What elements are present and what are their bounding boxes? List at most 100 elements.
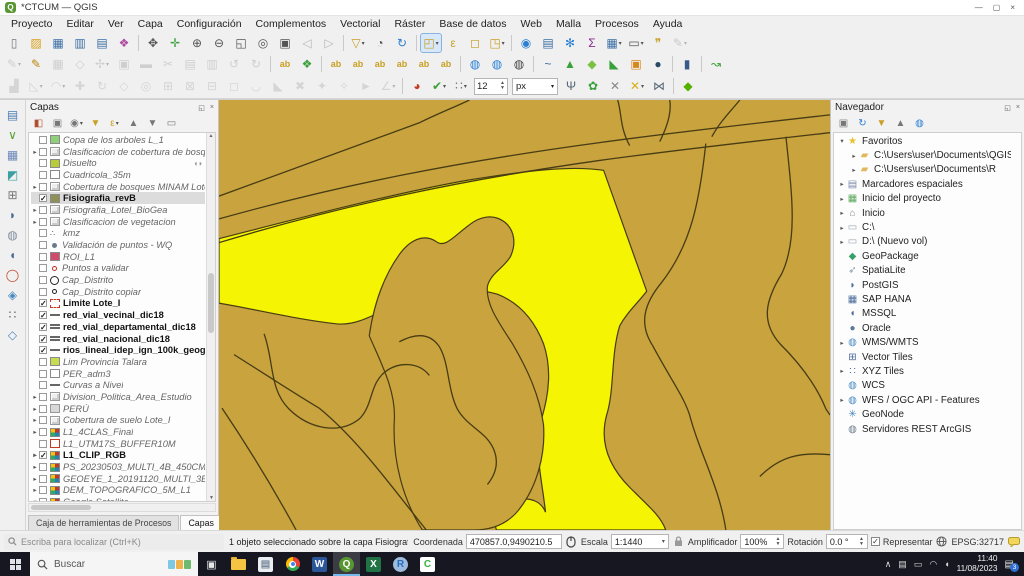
expand-icon[interactable]: ▸ (31, 486, 39, 494)
layer-checkbox[interactable]: ✓ (39, 335, 47, 343)
layer-row[interactable]: Lim Provincia Talara (31, 356, 205, 368)
pan-map-icon[interactable]: ✥ (143, 34, 163, 52)
expand-icon[interactable]: ▸ (31, 463, 39, 471)
layer-labeling-icon[interactable]: ab (275, 55, 295, 73)
layer-row[interactable]: Validación de puntos - WQ (31, 239, 205, 251)
add-group-icon[interactable]: ▣ (49, 116, 66, 131)
app-camtasia[interactable]: C (414, 552, 441, 576)
data-source-manager-icon[interactable]: ▤ (3, 106, 23, 123)
layer-checkbox[interactable] (39, 381, 47, 389)
expand-icon[interactable]: ▸ (838, 180, 846, 188)
collapse-all-icon[interactable]: ▼ (144, 116, 161, 131)
expand-icon[interactable]: ▸ (31, 405, 39, 413)
expand-icon[interactable]: ▸ (850, 152, 858, 160)
render-checkbox[interactable]: ✓ (871, 537, 880, 546)
collapse-all-browser-icon[interactable]: ▲ (892, 116, 909, 131)
circular-string-icon[interactable]: ◠▾ (48, 77, 68, 95)
new-print-layout-icon[interactable]: ▥ (70, 34, 90, 52)
manage-map-themes-icon[interactable]: ◉▾ (68, 116, 85, 131)
zoom-full-extent-icon[interactable]: ◱ (231, 34, 251, 52)
browser-item[interactable]: ✳GeoNode (836, 407, 1011, 421)
layer-row[interactable]: L1_UTM17S_BUFFER10M (31, 438, 205, 450)
help-contents-icon[interactable]: ▮ (677, 55, 697, 73)
undock-icon[interactable]: ◱ (198, 104, 205, 112)
tray-display-icon[interactable]: ▤ (898, 559, 907, 570)
layer-indicator-icon[interactable]: ◖◗ (193, 159, 205, 168)
browser-item[interactable]: ▸▰C:\Users\user\Documents\R (836, 163, 1011, 177)
menu-item-capa[interactable]: Capa (131, 17, 170, 31)
rotate-point-symbols-icon[interactable]: ► (356, 77, 376, 95)
zoom-in-icon[interactable]: ⊕ (187, 34, 207, 52)
zoom-to-layer-icon[interactable]: ▣ (275, 34, 295, 52)
select-features-icon[interactable]: ◰▾ (421, 34, 441, 52)
layer-row[interactable]: PER_adm3 (31, 368, 205, 380)
dock-tab-caja-de-herramientas-de-procesos[interactable]: Caja de herramientas de Procesos (28, 515, 179, 530)
paste-features-icon[interactable]: ▥ (202, 55, 222, 73)
expand-icon[interactable]: ▸ (838, 396, 846, 404)
layer-checkbox[interactable]: ✓ (39, 194, 47, 202)
layer-row[interactable]: ✓red_vial_nacional_dic18 (31, 333, 205, 345)
magnifier-input[interactable]: 100%▲▼ (740, 534, 784, 549)
add-selected-layers-icon[interactable]: ▣ (835, 116, 852, 131)
layer-checkbox[interactable]: ✓ (39, 451, 47, 459)
reshape-features-icon[interactable]: ◣ (268, 77, 288, 95)
expand-icon[interactable]: ▸ (838, 224, 846, 232)
add-vector-layer-icon[interactable]: ∨ (3, 126, 23, 143)
browser-item[interactable]: ▸◍WFS / OGC API - Features (836, 393, 1011, 407)
split-parts-icon[interactable]: ✦ (312, 77, 332, 95)
open-project-icon[interactable]: ▨ (26, 34, 46, 52)
menu-item-web[interactable]: Web (514, 17, 549, 31)
undo-icon[interactable]: ↺ (224, 55, 244, 73)
menu-item-r-ster[interactable]: Ráster (387, 17, 432, 31)
expand-icon[interactable]: ▸ (838, 367, 846, 375)
locator-search[interactable]: Escriba para localizar (Ctrl+K) (4, 534, 224, 550)
menu-item-base-de-datos[interactable]: Base de datos (432, 17, 513, 31)
layer-row[interactable]: Curvas a Nivel (31, 379, 205, 391)
snapping-topology-icon[interactable]: ✿ (583, 77, 603, 95)
labeling-options-icon[interactable]: ab (326, 55, 346, 73)
delete-selected-icon[interactable]: ▬ (136, 55, 156, 73)
close-button[interactable]: × (1010, 3, 1015, 12)
expand-all-icon[interactable]: ▲ (125, 116, 142, 131)
layout-manager-icon[interactable]: ▤ (92, 34, 112, 52)
notifications-button[interactable]: ▤3 (1005, 559, 1018, 570)
cut-features-icon[interactable]: ✂ (158, 55, 178, 73)
app-qgis[interactable]: Q (333, 552, 360, 576)
layer-checkbox[interactable] (39, 498, 47, 502)
deselect-all-icon[interactable]: ◻ (465, 34, 485, 52)
select-by-form-icon[interactable]: ◳▾ (487, 34, 507, 52)
layer-row[interactable]: ▸Clasificacion de vegetacion (31, 216, 205, 228)
layer-row[interactable]: ✓red_vial_departamental_dic18 (31, 321, 205, 333)
browser-item[interactable]: ▸▦Inicio del proyecto (836, 192, 1011, 206)
digitize-segment-icon[interactable]: ◇ (70, 55, 90, 73)
mesh-calculator-icon[interactable]: ◕ (407, 77, 427, 95)
layer-row[interactable]: Copa de los arboles L_1 (31, 134, 205, 146)
street-view-icon[interactable]: ◍ (509, 55, 529, 73)
crs-label[interactable]: EPSG:32717 (951, 537, 1004, 547)
menu-item-ver[interactable]: Ver (101, 17, 131, 31)
dock-tab-capas[interactable]: Capas (180, 515, 221, 530)
layer-checkbox[interactable] (39, 159, 47, 167)
layer-checkbox[interactable] (39, 253, 47, 261)
unit-combo[interactable]: px▾ (512, 78, 558, 95)
pin-labels-icon[interactable]: ab (348, 55, 368, 73)
vertical-scrollbar[interactable]: ▲▼ (206, 133, 215, 501)
layer-checkbox[interactable] (39, 229, 47, 237)
layer-checkbox[interactable] (39, 475, 47, 483)
move-label-icon[interactable]: ab (392, 55, 412, 73)
layer-checkbox[interactable] (39, 171, 47, 179)
menu-item-configuraci-n[interactable]: Configuración (170, 17, 249, 31)
layer-checkbox[interactable] (39, 148, 47, 156)
select-by-expression-icon[interactable]: ε (443, 34, 463, 52)
browser-item[interactable]: ➶SpatiaLite (836, 264, 1011, 278)
add-spatialite-layer-icon[interactable]: ◍ (3, 226, 23, 243)
add-raster-layer-icon[interactable]: ▦ (3, 146, 23, 163)
minimize-button[interactable]: — (975, 3, 983, 12)
layer-checkbox[interactable] (39, 276, 47, 284)
wifi-icon[interactable]: ◠ (929, 559, 937, 570)
open-layer-styling-icon[interactable]: ◧ (30, 116, 47, 131)
pan-to-selection-icon[interactable]: ✛ (165, 34, 185, 52)
layer-checkbox[interactable] (39, 463, 47, 471)
log-messages-icon[interactable] (1007, 535, 1020, 548)
browser-item[interactable]: ▾★Favoritos (836, 134, 1011, 148)
